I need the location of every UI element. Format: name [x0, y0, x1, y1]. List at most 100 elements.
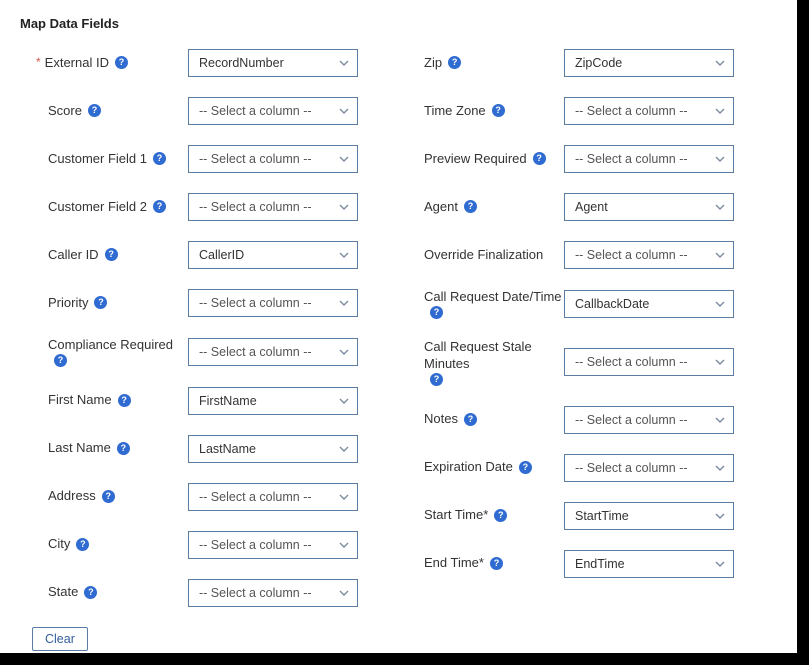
field-row-call-request-datetime: Call Request Date/Time? CallbackDate [396, 289, 734, 319]
field-label: Expiration Date [424, 459, 513, 476]
help-icon[interactable]: ? [84, 586, 97, 599]
select-state[interactable]: -- Select a column -- [188, 579, 358, 607]
chevron-down-icon [339, 60, 349, 66]
select-value: Agent [575, 200, 608, 214]
field-label: Preview Required [424, 151, 527, 168]
select-value: LastName [199, 442, 256, 456]
select-value: FirstName [199, 394, 257, 408]
field-label-cell: Last Name? [20, 440, 188, 457]
help-icon[interactable]: ? [117, 442, 130, 455]
select-call-request-datetime[interactable]: CallbackDate [564, 290, 734, 318]
select-value: ZipCode [575, 56, 622, 70]
field-label: State [48, 584, 78, 601]
field-label-cell: Customer Field 2? [20, 199, 188, 216]
field-row-notes: Notes? -- Select a column -- [396, 406, 734, 434]
field-label-cell: *External ID? [20, 55, 188, 72]
help-icon[interactable]: ? [533, 152, 546, 165]
help-icon[interactable]: ? [448, 56, 461, 69]
select-value: CallerID [199, 248, 244, 262]
select-value: -- Select a column -- [199, 200, 312, 214]
select-customer-field-1[interactable]: -- Select a column -- [188, 145, 358, 173]
help-icon[interactable]: ? [494, 509, 507, 522]
select-start-time[interactable]: StartTime [564, 502, 734, 530]
field-label-cell: End Time*? [396, 555, 564, 572]
select-override-finalization[interactable]: -- Select a column -- [564, 241, 734, 269]
help-icon[interactable]: ? [519, 461, 532, 474]
chevron-down-icon [339, 204, 349, 210]
field-row-zip: Zip? ZipCode [396, 49, 734, 77]
left-column: *External ID? RecordNumber Score? -- Select… [20, 49, 358, 607]
footer: Clear [20, 627, 777, 651]
select-time-zone[interactable]: -- Select a column -- [564, 97, 734, 125]
help-icon[interactable]: ? [105, 248, 118, 261]
select-value: CallbackDate [575, 297, 649, 311]
chevron-down-icon [715, 465, 725, 471]
help-icon[interactable]: ? [492, 104, 505, 117]
select-last-name[interactable]: LastName [188, 435, 358, 463]
field-row-caller-id: Caller ID?CallerID [20, 241, 358, 269]
help-icon[interactable]: ? [430, 373, 443, 386]
help-icon[interactable]: ? [94, 296, 107, 309]
select-notes[interactable]: -- Select a column -- [564, 406, 734, 434]
chevron-down-icon [339, 398, 349, 404]
help-icon[interactable]: ? [88, 104, 101, 117]
help-icon[interactable]: ? [102, 490, 115, 503]
chevron-down-icon [715, 417, 725, 423]
select-value: StartTime [575, 509, 629, 523]
field-row-address: Address?-- Select a column -- [20, 483, 358, 511]
help-icon[interactable]: ? [430, 306, 443, 319]
field-label: Notes [424, 411, 458, 428]
select-zip[interactable]: ZipCode [564, 49, 734, 77]
field-label: Customer Field 1 [48, 151, 147, 168]
field-label-cell: Zip? [396, 55, 564, 72]
select-value: -- Select a column -- [575, 461, 688, 475]
field-label: Call Request Stale Minutes [424, 339, 564, 373]
select-value: -- Select a column -- [575, 104, 688, 118]
chevron-down-icon [339, 590, 349, 596]
field-label: End Time* [424, 555, 484, 572]
select-preview-required[interactable]: -- Select a column -- [564, 145, 734, 173]
field-label-cell: Address? [20, 488, 188, 505]
select-value: -- Select a column -- [199, 296, 312, 310]
select-city[interactable]: -- Select a column -- [188, 531, 358, 559]
select-priority[interactable]: -- Select a column -- [188, 289, 358, 317]
help-icon[interactable]: ? [153, 152, 166, 165]
select-value: RecordNumber [199, 56, 284, 70]
chevron-down-icon [715, 513, 725, 519]
clear-button[interactable]: Clear [32, 627, 88, 651]
help-icon[interactable]: ? [464, 413, 477, 426]
select-first-name[interactable]: FirstName [188, 387, 358, 415]
field-label: Last Name [48, 440, 111, 457]
select-end-time[interactable]: EndTime [564, 550, 734, 578]
select-value: EndTime [575, 557, 625, 571]
help-icon[interactable]: ? [76, 538, 89, 551]
help-icon[interactable]: ? [464, 200, 477, 213]
select-customer-field-2[interactable]: -- Select a column -- [188, 193, 358, 221]
chevron-down-icon [715, 301, 725, 307]
field-row-preview-required: Preview Required?-- Select a column -- [396, 145, 734, 173]
field-label-cell: Call Request Stale Minutes? [396, 339, 564, 386]
help-icon[interactable]: ? [54, 354, 67, 367]
help-icon[interactable]: ? [153, 200, 166, 213]
required-star: * [36, 55, 41, 71]
field-label: Start Time* [424, 507, 488, 524]
select-expiration-date[interactable]: -- Select a column -- [564, 454, 734, 482]
chevron-down-icon [715, 156, 725, 162]
field-label-cell: Expiration Date? [396, 459, 564, 476]
help-icon[interactable]: ? [118, 394, 131, 407]
select-score[interactable]: -- Select a column -- [188, 97, 358, 125]
select-caller-id[interactable]: CallerID [188, 241, 358, 269]
select-agent[interactable]: Agent [564, 193, 734, 221]
field-label: Score [48, 103, 82, 120]
select-external-id[interactable]: RecordNumber [188, 49, 358, 77]
field-label-cell: Preview Required? [396, 151, 564, 168]
chevron-down-icon [339, 300, 349, 306]
select-call-request-stale-minutes[interactable]: -- Select a column -- [564, 348, 734, 376]
field-label: Call Request Date/Time [424, 289, 562, 306]
help-icon[interactable]: ? [490, 557, 503, 570]
field-row-customer-field-1: Customer Field 1? -- Select a column -- [20, 145, 358, 173]
select-compliance-required[interactable]: -- Select a column -- [188, 338, 358, 366]
field-row-start-time: Start Time*? StartTime [396, 502, 734, 530]
select-address[interactable]: -- Select a column -- [188, 483, 358, 511]
help-icon[interactable]: ? [115, 56, 128, 69]
